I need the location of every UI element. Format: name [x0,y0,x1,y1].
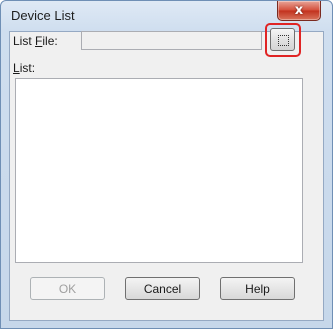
close-button[interactable]: x [277,1,321,21]
window-title: Device List [11,8,75,23]
ellipsis-box-icon [278,35,289,46]
cancel-button[interactable]: Cancel [125,277,200,300]
device-list-dialog: Device List x List File: List: OK Cancel… [0,0,333,329]
list-file-field[interactable] [81,31,262,50]
browse-button[interactable] [270,28,295,51]
list-file-label: List File: [13,34,58,48]
help-button[interactable]: Help [220,277,295,300]
ok-button[interactable]: OK [30,277,105,300]
device-listbox[interactable] [15,78,303,263]
list-label: List: [13,61,36,75]
close-icon: x [294,3,304,18]
